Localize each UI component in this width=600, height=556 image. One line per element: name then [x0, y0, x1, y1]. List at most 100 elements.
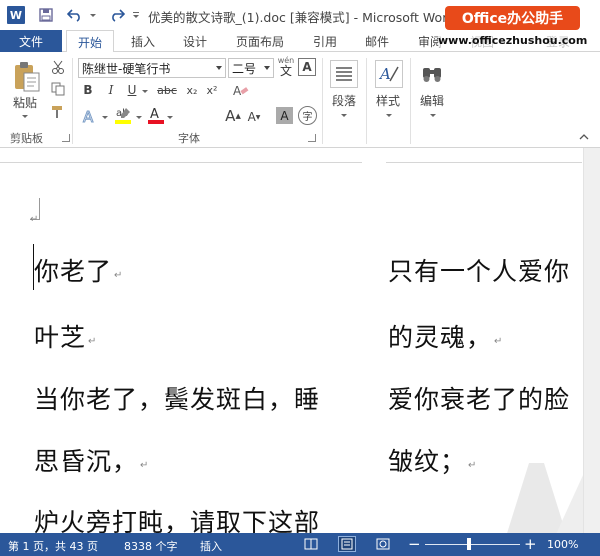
line-text: 爱你衰老了的脸 [388, 385, 571, 414]
svg-text:A: A [233, 84, 242, 97]
group-separator [410, 58, 411, 144]
text-line-left[interactable]: 炉火旁打盹，请取下这部 [34, 503, 320, 533]
styles-icon[interactable]: A [375, 60, 403, 88]
shrink-font-button[interactable]: A ▼ [245, 108, 263, 126]
superscript-button[interactable]: x² [203, 81, 221, 99]
font-size-value: 二号 [232, 61, 257, 76]
enclose-characters-button[interactable]: 字 [298, 106, 317, 125]
zoom-in-button[interactable]: + [524, 535, 537, 553]
tab-insert[interactable]: 插入 [131, 33, 155, 50]
text-line-right[interactable]: 皱纹； ↵ [388, 442, 476, 478]
text-effects-icon[interactable]: A [80, 106, 100, 126]
cut-icon[interactable] [50, 59, 66, 75]
paste-button[interactable]: 粘贴 [13, 94, 37, 111]
save-icon[interactable] [36, 4, 56, 26]
line-text: 只有一个人爱你 [388, 257, 571, 286]
font-color-icon[interactable]: A [146, 104, 166, 126]
brand-badge: Office办公助手 [445, 6, 580, 30]
subscript-button[interactable]: x₂ [183, 81, 201, 99]
watermark-logo-icon [507, 463, 594, 533]
paragraph-dropdown-icon[interactable] [340, 112, 348, 118]
insert-mode[interactable]: 插入 [200, 538, 222, 554]
paragraph-mark: ↵ [88, 336, 97, 347]
zoom-out-button[interactable]: − [408, 535, 421, 553]
paragraph-icon[interactable] [330, 60, 358, 88]
print-layout-icon[interactable] [338, 536, 356, 552]
editing-dropdown-icon[interactable] [429, 112, 437, 118]
line-text: 炉火旁打盹，请取下这部 [34, 508, 321, 533]
grow-font-glyph: A [225, 107, 236, 125]
bold-button[interactable]: B [80, 81, 96, 99]
text-line-left[interactable]: 当你老了，鬓发斑白，睡 [34, 380, 320, 416]
character-shading-button[interactable]: A [276, 107, 293, 124]
text-line-right[interactable]: 爱你衰老了的脸 [388, 380, 570, 416]
italic-button[interactable]: I [103, 81, 119, 99]
clipboard-dialog-launcher-icon[interactable] [62, 134, 70, 142]
highlight-icon[interactable]: ab [112, 104, 134, 126]
undo-dropdown-icon[interactable] [88, 4, 98, 26]
editing-button[interactable]: 编辑 [420, 92, 444, 109]
tab-file[interactable]: 文件 [0, 30, 62, 52]
zoom-slider-track[interactable] [425, 544, 520, 545]
line-text: 叶芝 [34, 323, 87, 352]
text-caret [33, 244, 34, 290]
paste-icon[interactable] [10, 60, 44, 94]
line-text: 当你老了，鬓发斑白，睡 [34, 385, 321, 414]
underline-button[interactable]: U [124, 81, 140, 99]
text-line-left[interactable]: 你老了 ↵ [34, 252, 122, 288]
page-count[interactable]: 第 1 页，共 43 页 [8, 538, 98, 554]
underline-dropdown-icon[interactable] [141, 88, 149, 94]
paragraph-button[interactable]: 段落 [332, 92, 356, 109]
character-border-button[interactable]: A [298, 58, 316, 76]
styles-dropdown-icon[interactable] [385, 112, 393, 118]
tab-mailings[interactable]: 邮件 [365, 33, 389, 50]
clipboard-group-label: 剪贴板 [10, 132, 43, 145]
font-dialog-launcher-icon[interactable] [308, 134, 316, 142]
brand-url: www.officezhushou.com [438, 34, 588, 47]
text-line-left[interactable]: 叶芝 ↵ [34, 318, 96, 354]
zoom-slider-thumb[interactable] [467, 538, 471, 550]
styles-button[interactable]: 样式 [376, 92, 400, 109]
collapse-ribbon-icon[interactable] [578, 132, 590, 142]
title-bar: W 优美的散文诗歌_(1).doc [兼容模式] - Microsoft Wor… [0, 0, 600, 30]
document-area[interactable]: ↵ 你老了 ↵ 叶芝 ↵ 当你老了，鬓发斑白，睡 思昏沉， ↵ 炉火旁打盹，请取下这部… [0, 148, 600, 533]
format-painter-icon[interactable] [50, 104, 66, 120]
line-text: 的灵魂， [388, 323, 493, 352]
word-app-icon[interactable]: W [7, 6, 25, 24]
text-effects-dropdown-icon[interactable] [101, 114, 109, 120]
paragraph-mark: ↵ [494, 336, 503, 347]
tab-layout[interactable]: 页面布局 [236, 33, 284, 50]
group-separator [366, 58, 367, 144]
text-line-right[interactable]: 只有一个人爱你 [388, 252, 570, 288]
line-text: 思昏沉， [34, 447, 139, 476]
column-gap [362, 148, 386, 533]
clear-formatting-icon[interactable]: A [232, 81, 250, 99]
svg-text:A: A [83, 108, 94, 125]
font-name-combo[interactable]: 陈继世-硬笔行书 [78, 58, 226, 78]
font-color-dropdown-icon[interactable] [166, 114, 174, 120]
web-layout-icon[interactable] [374, 536, 392, 552]
tab-design[interactable]: 设计 [183, 33, 207, 50]
read-mode-icon[interactable] [302, 536, 320, 552]
text-line-right[interactable]: 的灵魂， ↵ [388, 318, 502, 354]
redo-icon[interactable] [106, 4, 128, 26]
binoculars-icon[interactable] [418, 60, 446, 88]
status-bar: 第 1 页，共 43 页 8338 个字 插入 − + 100% [0, 533, 600, 556]
tab-references[interactable]: 引用 [313, 33, 337, 50]
svg-text:A: A [378, 65, 391, 83]
strikethrough-button[interactable]: abc [154, 81, 180, 99]
word-count[interactable]: 8338 个字 [124, 538, 178, 554]
tab-home[interactable]: 开始 [66, 30, 114, 53]
font-size-combo[interactable]: 二号 [228, 58, 274, 78]
zoom-level[interactable]: 100% [547, 538, 578, 551]
text-line-left[interactable]: 思昏沉， ↵ [34, 442, 148, 478]
undo-icon[interactable] [64, 4, 86, 26]
paste-dropdown-icon[interactable] [20, 112, 30, 120]
copy-icon[interactable] [50, 81, 66, 97]
vertical-scrollbar[interactable] [583, 148, 600, 533]
grow-font-button[interactable]: A ▲ [224, 106, 242, 126]
customize-qat-icon[interactable] [130, 4, 142, 26]
highlight-dropdown-icon[interactable] [135, 114, 143, 120]
phonetic-guide-button[interactable]: wén 文 [276, 55, 296, 79]
group-separator [72, 58, 73, 144]
